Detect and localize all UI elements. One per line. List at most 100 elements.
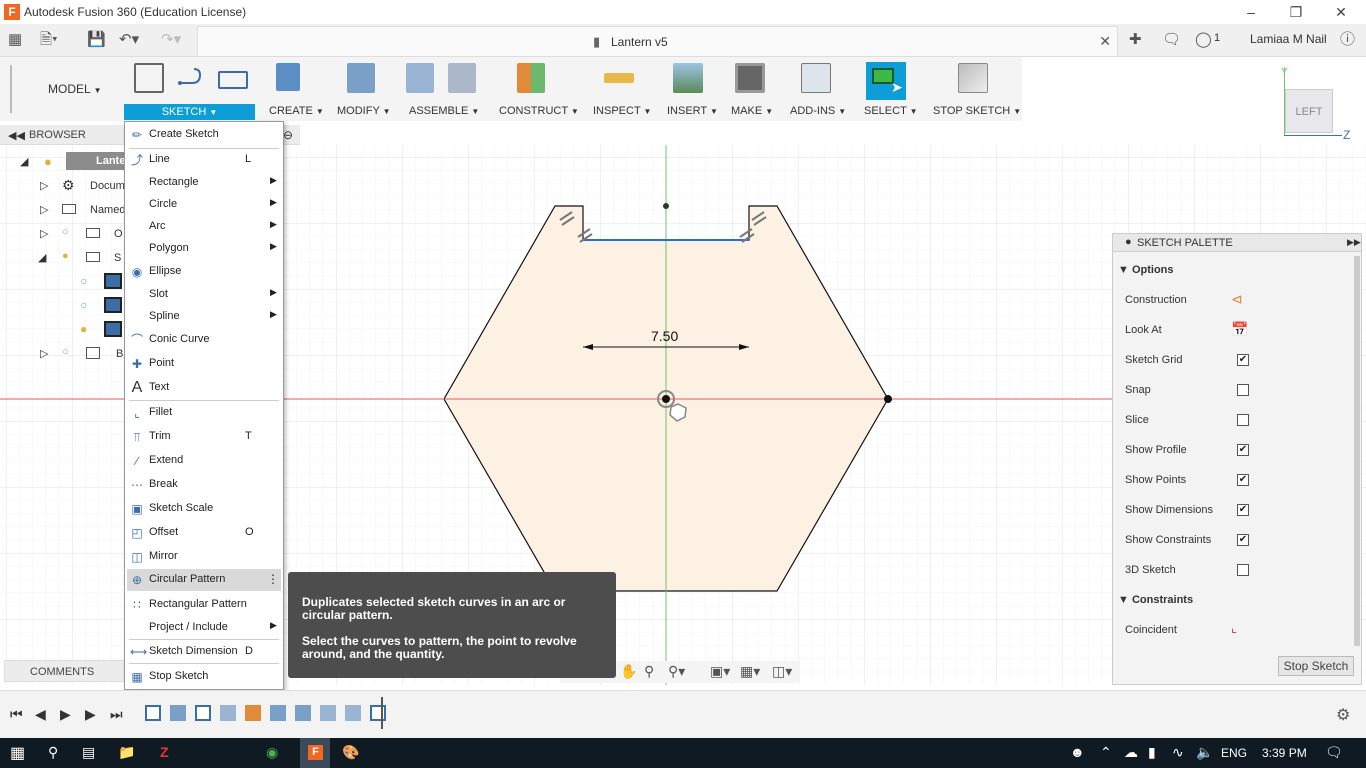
wifi-icon[interactable]: ∿	[1172, 744, 1184, 761]
show-profile-checkbox[interactable]: ✔	[1237, 444, 1249, 456]
browser-root[interactable]: ◢ ● Lante	[0, 152, 130, 174]
menu-item-stop-sketch[interactable]: ▦ Stop Sketch	[125, 666, 283, 688]
origin-point[interactable]	[662, 395, 670, 403]
stop-sketch-menu[interactable]: STOP SKETCH ▼	[933, 105, 1021, 117]
pan-icon[interactable]: ✋	[620, 663, 637, 680]
more-options-icon[interactable]: ⋮	[267, 572, 279, 586]
menu-item-spline[interactable]: Spline ▶	[125, 306, 283, 328]
redo-icon[interactable]: ↷▾	[161, 31, 181, 49]
scripts-icon[interactable]	[801, 63, 831, 93]
menu-item-extend[interactable]: ∕ Extend	[125, 450, 283, 472]
sketch-menu-button[interactable]: SKETCH ▼	[124, 104, 255, 120]
menu-item-project-include[interactable]: Project / Include ▶	[125, 617, 283, 639]
insert-menu[interactable]: INSERT ▼	[667, 105, 718, 117]
measure-icon[interactable]	[604, 73, 634, 83]
palette-minimize-icon[interactable]: ●	[1125, 236, 1132, 248]
browser-bodies[interactable]: ▷ ○ B	[0, 344, 130, 366]
document-tab[interactable]: ▮ Lantern v5 ✕	[197, 26, 1118, 56]
help-icon[interactable]: ⓘ	[1340, 31, 1355, 49]
lightbulb-icon[interactable]: ●	[44, 154, 52, 169]
menu-item-trim[interactable]: ⫪ Trim T	[125, 426, 283, 448]
constraints-section[interactable]: ▼ Constraints	[1118, 594, 1193, 606]
minimize-button[interactable]: –	[1236, 2, 1266, 22]
paint-icon[interactable]: 🎨	[342, 744, 359, 761]
timeline-marker[interactable]	[381, 697, 383, 729]
windows-start-icon[interactable]: ▦	[10, 743, 25, 763]
lightbulb-icon[interactable]: ○	[62, 346, 69, 358]
browser-minus-icon[interactable]: ⊖	[283, 128, 293, 142]
timeline-sketch-icon[interactable]	[370, 705, 386, 721]
search-icon[interactable]: ⚲	[48, 744, 58, 761]
construct-menu[interactable]: CONSTRUCT ▼	[499, 105, 579, 117]
collapse-icon[interactable]: ◢	[20, 155, 28, 168]
comment-icon[interactable]: 🗨	[1162, 31, 1181, 49]
browser-named-views[interactable]: ▷ Named	[0, 200, 130, 222]
construction-icon[interactable]: ⊲	[1231, 291, 1243, 308]
chrome-icon[interactable]: ◉	[266, 744, 278, 761]
menu-item-create-sketch[interactable]: ✏ Create Sketch	[125, 124, 283, 146]
show-constraints-checkbox[interactable]: ✔	[1237, 534, 1249, 546]
palette-expand-icon[interactable]: ▶▶	[1347, 237, 1361, 248]
palette-scrollbar[interactable]	[1354, 256, 1360, 646]
view-cube[interactable]: LEFT	[1285, 89, 1333, 133]
menu-item-sketch-scale[interactable]: ▣ Sketch Scale	[125, 498, 283, 520]
user-name[interactable]: Lamiaa M Nail	[1250, 32, 1327, 46]
look-at-icon[interactable]: 📅	[1231, 321, 1248, 338]
workspace-switcher[interactable]: MODEL ▼	[48, 82, 102, 96]
stop-sketch-icon[interactable]	[958, 63, 988, 93]
menu-item-ellipse[interactable]: ◉ Ellipse	[125, 261, 283, 283]
menu-item-fillet[interactable]: ⌞ Fillet	[125, 402, 283, 424]
menu-item-arc[interactable]: Arc ▶	[125, 216, 283, 238]
battery-icon[interactable]: ▮	[1148, 744, 1156, 761]
sketch-point-right[interactable]	[884, 395, 892, 403]
sketch-grid-checkbox[interactable]: ✔	[1237, 354, 1249, 366]
palette-header[interactable]: ● SKETCH PALETTE ▶▶	[1113, 234, 1361, 252]
timeline-feature-icon[interactable]	[320, 705, 336, 721]
3d-print-icon[interactable]	[735, 63, 765, 93]
lightbulb-icon[interactable]: ●	[80, 322, 87, 336]
select-tool-button[interactable]: ➤	[866, 62, 906, 100]
lightbulb-icon[interactable]: ○	[62, 226, 69, 238]
options-section[interactable]: ▼ Options	[1118, 264, 1174, 276]
show-hidden-icons-icon[interactable]: ⌃	[1100, 744, 1112, 761]
rectangle-tool-icon[interactable]	[218, 71, 248, 89]
close-tab-icon[interactable]: ✕	[1099, 33, 1111, 50]
timeline-sketch-icon[interactable]	[195, 705, 211, 721]
menu-item-offset[interactable]: ◰ Offset O	[125, 522, 283, 544]
display-settings-icon[interactable]: ▣▾	[710, 663, 730, 680]
collapse-browser-icon[interactable]: ◀◀	[8, 129, 25, 142]
zoom-window-icon[interactable]: ⚲▾	[668, 663, 685, 680]
expand-icon[interactable]: ▷	[40, 347, 48, 360]
close-window-button[interactable]: ✕	[1326, 2, 1356, 22]
expand-icon[interactable]: ▷	[40, 203, 48, 216]
go-to-start-icon[interactable]: ⏮	[10, 706, 23, 723]
lightbulb-icon[interactable]: ○	[80, 298, 87, 312]
timeline-plane-icon[interactable]	[245, 705, 261, 721]
press-pull-icon[interactable]	[347, 63, 375, 93]
expand-icon[interactable]: ▷	[40, 179, 48, 192]
timeline-settings-gear-icon[interactable]: ⚙	[1336, 705, 1350, 725]
timeline-sketch-icon[interactable]	[145, 705, 161, 721]
people-icon[interactable]: ☻	[1070, 744, 1085, 760]
menu-item-text[interactable]: A Text	[125, 377, 283, 399]
sketch-item-icon[interactable]	[104, 321, 122, 337]
volume-icon[interactable]: 🔈	[1196, 744, 1213, 761]
select-menu[interactable]: SELECT ▼	[864, 105, 918, 117]
fusion-taskbar-button[interactable]: F	[300, 738, 330, 768]
create-sketch-icon[interactable]	[134, 63, 164, 93]
browser-documents[interactable]: ▷ ⚙ Docum	[0, 176, 130, 198]
extrude-icon[interactable]	[276, 63, 300, 91]
language-indicator[interactable]: ENG	[1221, 746, 1247, 760]
sketch-point-top[interactable]	[663, 203, 669, 209]
undo-icon[interactable]: ↶▾	[119, 31, 139, 49]
sketch-item-icon[interactable]	[104, 297, 122, 313]
expand-icon[interactable]: ▷	[40, 227, 48, 240]
assemble-menu[interactable]: ASSEMBLE ▼	[409, 105, 479, 117]
menu-item-line[interactable]: ⤴ Line L	[125, 149, 283, 171]
timeline-extrude-icon[interactable]	[170, 705, 186, 721]
menu-item-conic-curve[interactable]: ⌒ Conic Curve	[125, 329, 283, 351]
menu-item-circular-pattern[interactable]: ⊕ Circular Pattern ⋮	[127, 569, 281, 591]
3d-sketch-checkbox[interactable]	[1237, 564, 1249, 576]
clock[interactable]: 3:39 PM	[1262, 746, 1307, 760]
viewports-icon[interactable]: ◫▾	[772, 663, 792, 680]
